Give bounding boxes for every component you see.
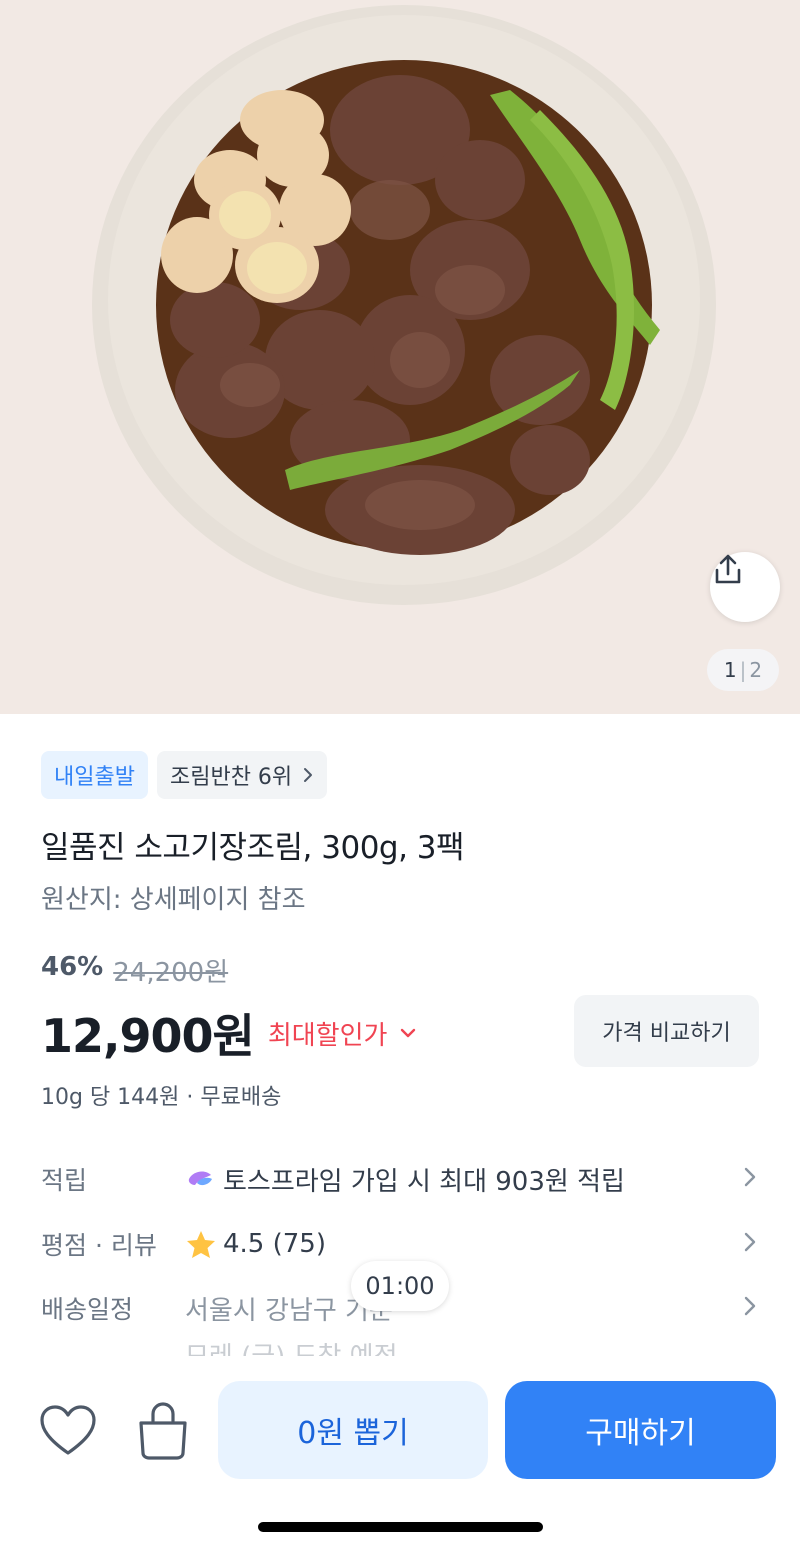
chevron-down-icon bbox=[401, 1028, 416, 1038]
points-label: 적립 bbox=[41, 1166, 88, 1195]
chevron-right-icon bbox=[744, 1167, 756, 1187]
unit-price-shipping: 10g 당 144원 · 무료배송 bbox=[41, 1085, 282, 1110]
points-value: 토스프라임 가입 시 최대 903원 적립 bbox=[223, 1166, 625, 1197]
timer-badge: 01:00 bbox=[351, 1261, 449, 1311]
star-icon bbox=[187, 1231, 215, 1258]
share-icon bbox=[715, 554, 741, 584]
delivery-badge-label: 내일출발 bbox=[54, 765, 135, 790]
rating-review-row[interactable]: 평점 · 리뷰 4.5 (75) bbox=[41, 1222, 761, 1266]
sale-price: 12,900원 bbox=[41, 1009, 255, 1063]
pager-total: 2 bbox=[749, 658, 763, 682]
free-draw-button[interactable]: 0원 뽑기 bbox=[218, 1381, 488, 1479]
max-discount-dropdown[interactable]: 최대할인가 bbox=[268, 1015, 418, 1052]
wishlist-button[interactable] bbox=[38, 1403, 98, 1459]
product-title: 일품진 소고기장조림, 300g, 3팩 bbox=[41, 830, 465, 866]
delivery-badge: 내일출발 bbox=[41, 751, 148, 799]
chevron-right-icon bbox=[744, 1232, 756, 1252]
buy-button[interactable]: 구매하기 bbox=[505, 1381, 776, 1479]
home-indicator bbox=[258, 1522, 543, 1532]
chevron-right-icon bbox=[744, 1296, 756, 1316]
original-price: 24,200원 bbox=[113, 958, 229, 988]
cart-button[interactable] bbox=[133, 1401, 193, 1461]
heart-icon bbox=[40, 1405, 96, 1455]
delivery-value: 서울시 강남구 기준 bbox=[185, 1295, 393, 1326]
max-discount-label: 최대할인가 bbox=[267, 1020, 388, 1051]
chevron-right-icon bbox=[304, 768, 313, 782]
toss-prime-icon bbox=[188, 1171, 212, 1186]
price-compare-button[interactable]: 가격 비교하기 bbox=[574, 995, 759, 1067]
delivery-label: 배송일정 bbox=[41, 1295, 134, 1324]
delivery-arrival-text: 모레 (금) 도착 예정 bbox=[185, 1336, 398, 1356]
price-row: 12,900원 최대할인가 bbox=[41, 1000, 417, 1066]
points-row[interactable]: 적립 토스프라임 가입 시 최대 903원 적립 bbox=[41, 1157, 761, 1201]
image-pager: 1 | 2 bbox=[707, 649, 779, 691]
discount-row: 46% 24,200원 bbox=[41, 952, 228, 989]
rating-value: 4.5 (75) bbox=[223, 1229, 326, 1259]
ranking-badge-label: 조림반찬 6위 bbox=[169, 765, 293, 790]
ranking-badge[interactable]: 조림반찬 6위 bbox=[156, 751, 328, 799]
pager-current: 1 bbox=[723, 658, 737, 682]
share-button[interactable] bbox=[710, 552, 780, 622]
product-tags: 내일출발 조림반찬 6위 bbox=[41, 751, 328, 799]
rating-label: 평점 · 리뷰 bbox=[41, 1231, 157, 1260]
product-image[interactable]: 1 | 2 bbox=[0, 0, 800, 714]
product-origin: 원산지: 상세페이지 참조 bbox=[41, 885, 306, 915]
discount-rate: 46% bbox=[41, 952, 104, 982]
shopping-bag-icon bbox=[139, 1402, 187, 1460]
braised-beef-photo bbox=[0, 0, 800, 714]
pager-separator: | bbox=[739, 658, 747, 682]
